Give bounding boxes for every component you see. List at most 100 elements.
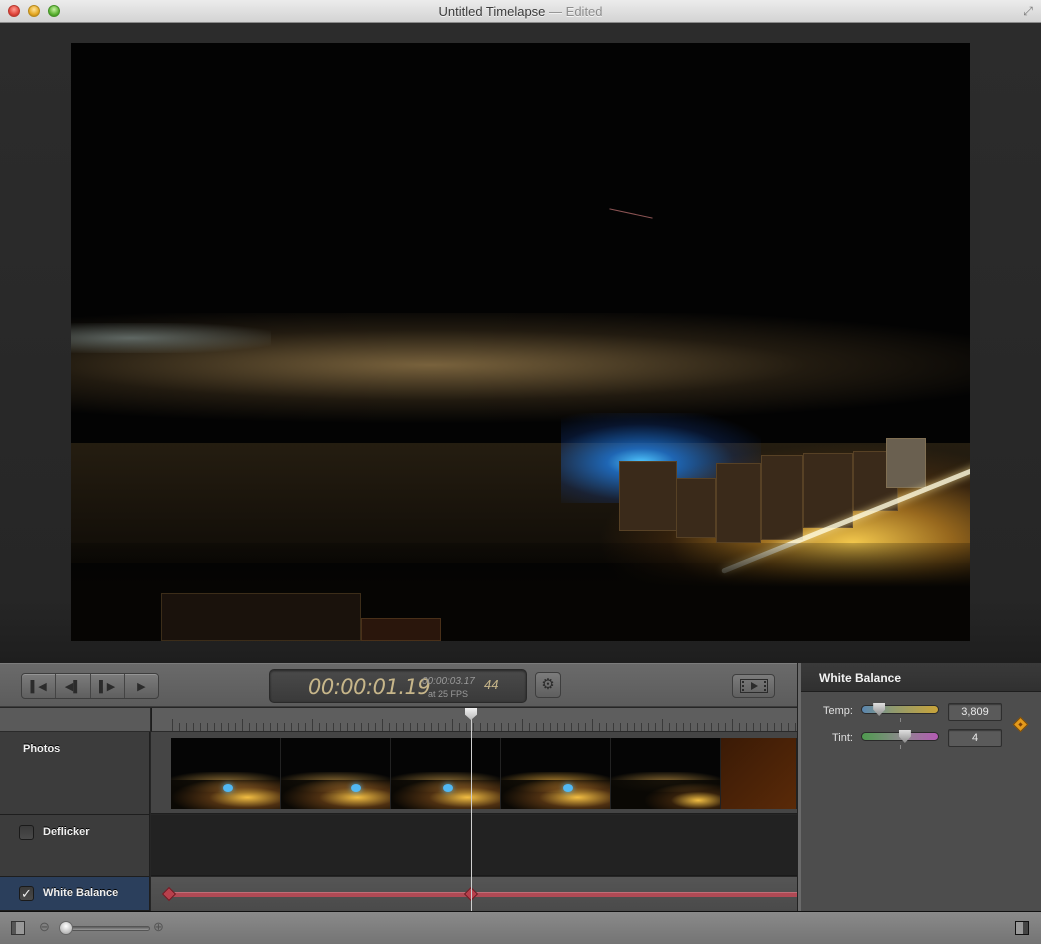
white-balance-track[interactable] [151, 877, 797, 911]
ruler-tick [459, 723, 460, 731]
ruler-tick [473, 723, 474, 731]
frame-number: 44 [484, 677, 499, 692]
ruler-tick [319, 723, 320, 731]
ruler-tick [228, 723, 229, 731]
ruler-tick [704, 723, 705, 731]
ruler-tick [732, 719, 733, 731]
photo-thumbnail [501, 738, 611, 809]
ruler-tick [501, 723, 502, 731]
skip-back-icon: ▌◀ [30, 680, 47, 693]
ruler-tick [606, 723, 607, 731]
ruler-tick [354, 723, 355, 731]
ruler-tick [767, 723, 768, 731]
fps-label: at 25 FPS [428, 689, 469, 699]
ruler-tick [431, 723, 432, 731]
photo-thumbnail [281, 738, 391, 809]
sidebar-toggle-icon[interactable] [11, 921, 25, 935]
playhead-line [471, 718, 472, 911]
ruler-tick [200, 723, 201, 731]
zoom-in-icon[interactable]: ⊕ [153, 919, 164, 935]
temp-value-field[interactable]: 3,809 [948, 703, 1002, 721]
fullscreen-icon[interactable]: ⤢ [1021, 4, 1035, 18]
step-back-button[interactable]: ◀▌ [56, 674, 91, 698]
ruler-tick [438, 723, 439, 731]
tint-label: Tint: [832, 732, 853, 744]
ruler-tick [186, 723, 187, 731]
preview-image [71, 43, 970, 641]
tint-slider[interactable] [861, 730, 939, 743]
ruler-tick [494, 723, 495, 731]
export-movie-button[interactable] [732, 674, 775, 698]
film-play-icon [739, 679, 768, 693]
track-header-deflicker: Deflicker [0, 815, 150, 877]
ruler-tick [774, 723, 775, 731]
ruler-tick [305, 723, 306, 731]
window-title: Untitled Timelapse — Edited [0, 4, 1041, 19]
ruler-tick [221, 723, 222, 731]
ruler-tick [242, 719, 243, 731]
photos-track[interactable] [151, 732, 797, 814]
ruler-tick [641, 723, 642, 731]
ruler-tick [347, 723, 348, 731]
ruler-tick [277, 723, 278, 731]
go-to-start-button[interactable]: ▌◀ [22, 674, 57, 698]
timeline-zoom-slider[interactable] [62, 926, 150, 931]
white-balance-checkbox[interactable]: ✓ [19, 886, 34, 901]
ruler-tick [508, 723, 509, 731]
deflicker-track[interactable] [151, 815, 797, 876]
ruler-tick [326, 723, 327, 731]
step-forward-button[interactable]: ▌▶ [91, 674, 125, 698]
ruler-tick [424, 723, 425, 731]
keyframe-marker[interactable] [161, 886, 177, 902]
ruler-tick [445, 723, 446, 731]
inspector-title: White Balance [819, 671, 902, 685]
ruler-tick [746, 723, 747, 731]
inspector-header: White Balance [801, 663, 1041, 692]
ruler-tick [571, 723, 572, 731]
ruler-tick [536, 723, 537, 731]
settings-button[interactable]: ⚙ [535, 672, 561, 698]
ruler-tick [557, 723, 558, 731]
ruler-tick [214, 723, 215, 731]
ruler-tick [452, 719, 453, 731]
ruler-tick [676, 723, 677, 731]
ruler-tick [711, 723, 712, 731]
photos-track-label: Photos [23, 743, 61, 755]
ruler-tick [263, 723, 264, 731]
timeline-zoom-thumb[interactable] [59, 921, 73, 935]
ruler-tick [207, 723, 208, 731]
ruler-tick [620, 723, 621, 731]
deflicker-checkbox[interactable] [19, 825, 34, 840]
play-icon: ▶ [137, 680, 146, 693]
photo-thumbnails [171, 738, 797, 809]
ruler-tick [193, 723, 194, 731]
ruler-tick [410, 723, 411, 731]
tint-value-field[interactable]: 4 [948, 729, 1002, 747]
ruler-tick [655, 723, 656, 731]
ruler-tick [788, 723, 789, 731]
ruler-tick [417, 723, 418, 731]
ruler-tick [753, 723, 754, 731]
ruler-tick [648, 723, 649, 731]
document-name: Untitled Timelapse [438, 4, 546, 19]
play-button[interactable]: ▶ [125, 674, 158, 698]
tint-slider-knob[interactable] [898, 730, 911, 743]
inspector-toggle-icon[interactable] [1015, 921, 1029, 935]
temp-slider[interactable] [861, 703, 939, 716]
zoom-out-icon[interactable]: ⊖ [39, 919, 50, 935]
ruler-tick [235, 723, 236, 731]
photo-thumbnail [721, 738, 797, 809]
ruler-tick [382, 719, 383, 731]
title-separator: — [545, 4, 566, 19]
transport-controls: ▌◀ ◀▌ ▌▶ ▶ [21, 673, 159, 699]
track-header-white-balance[interactable]: ✓ White Balance [0, 877, 150, 911]
ruler-tick [480, 723, 481, 731]
ruler-tick [543, 723, 544, 731]
ruler-tick [466, 723, 467, 731]
temp-slider-knob[interactable] [873, 703, 886, 716]
ruler-tick [627, 723, 628, 731]
ruler-tick [172, 719, 173, 731]
step-back-icon: ◀▌ [64, 680, 81, 693]
add-keyframe-icon[interactable] [1012, 716, 1029, 733]
ruler-tick [697, 723, 698, 731]
